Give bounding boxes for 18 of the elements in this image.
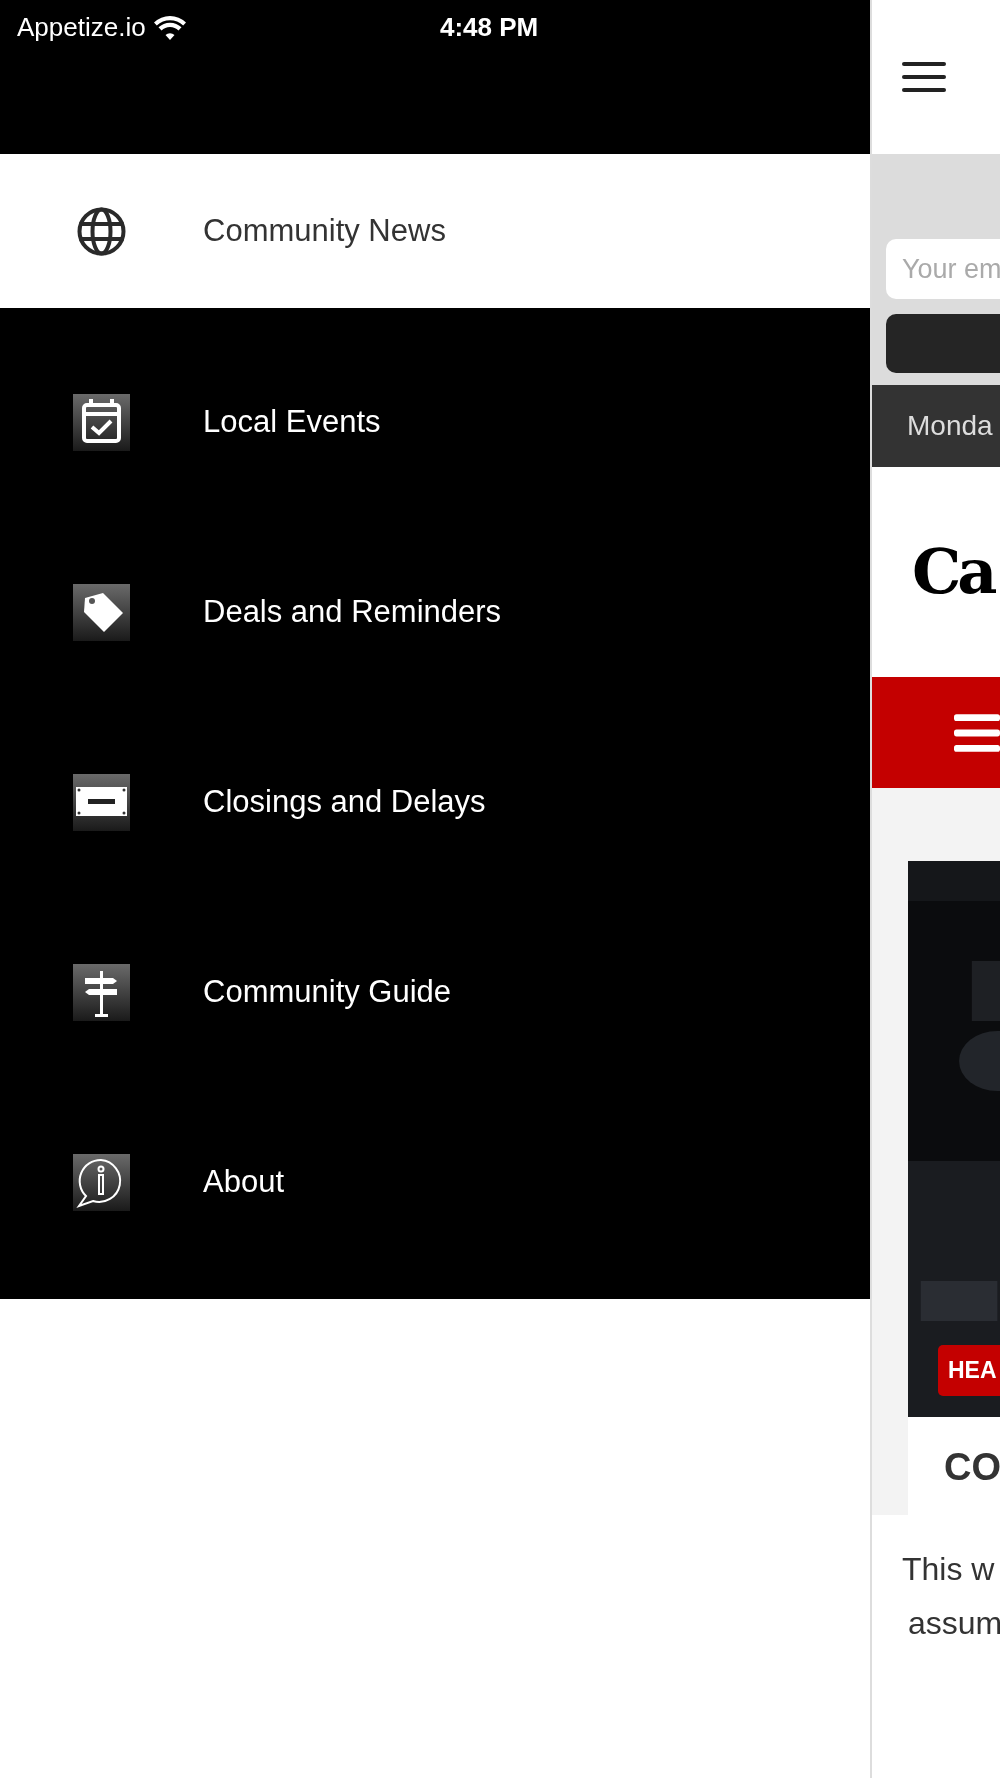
article-card[interactable]: HEA CO (908, 861, 1000, 1515)
wifi-icon (153, 15, 186, 40)
calendar-icon (73, 393, 130, 451)
tag-icon (73, 583, 130, 641)
date-text: Monda (907, 409, 993, 443)
info-bubble-icon (73, 1153, 130, 1211)
site-logo: Ca (912, 541, 994, 603)
email-field[interactable]: Your em (886, 239, 1000, 299)
closed-sign-icon (73, 773, 130, 831)
headline-text: CO (944, 1446, 1000, 1488)
menu-item[interactable]: Community News (0, 154, 870, 308)
notice-text: assum (907, 1604, 1000, 1643)
signpost-icon (73, 963, 130, 1021)
carrier-name: Appetize.io (17, 11, 146, 44)
clock-time: 4:48 PM (440, 11, 539, 44)
category-badge: HEA (938, 1345, 1000, 1396)
notice-text: This w (902, 1550, 996, 1589)
menu-icon[interactable] (902, 62, 946, 92)
